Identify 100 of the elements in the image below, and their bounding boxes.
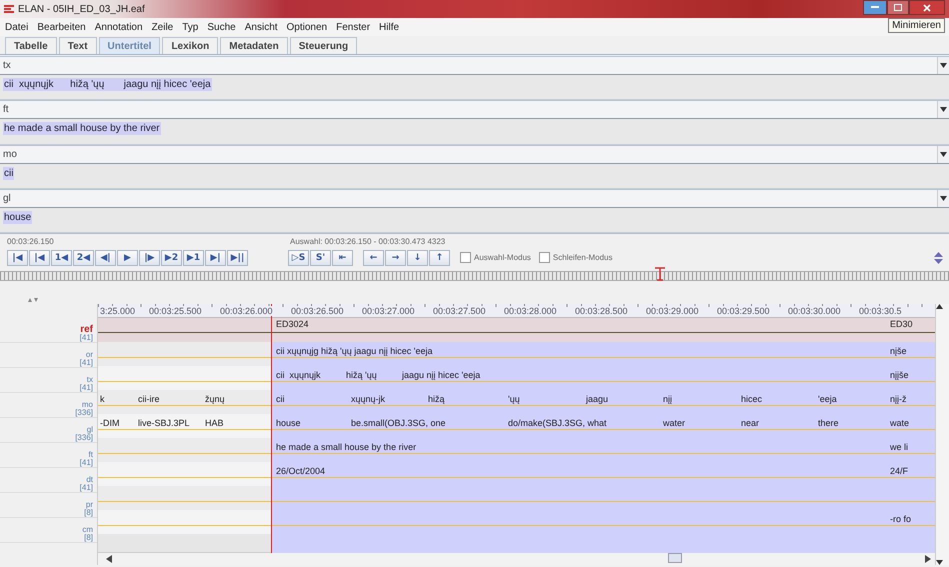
- menu-item[interactable]: Annotation: [94, 22, 143, 32]
- time-label: 00:03:27.500: [433, 306, 486, 316]
- current-time: 00:03:26.150: [7, 236, 55, 246]
- menu-item[interactable]: Suche: [207, 22, 236, 32]
- scroll-right-icon[interactable]: [925, 555, 931, 563]
- tier-label[interactable]: ref: [80, 326, 93, 334]
- dropdown-button[interactable]: [937, 146, 949, 162]
- annotation[interactable]: jaagu: [586, 394, 608, 404]
- dropdown-button[interactable]: [937, 101, 949, 118]
- time-label: 00:03:28.500: [575, 306, 628, 316]
- playback-button[interactable]: ◀|: [95, 250, 116, 266]
- playback-button[interactable]: ▶: [117, 250, 138, 266]
- playback-button[interactable]: ▶||: [227, 250, 248, 266]
- annotation[interactable]: house: [276, 418, 301, 428]
- playback-button[interactable]: ▶1: [183, 250, 204, 266]
- annotation[interactable]: near: [741, 418, 760, 428]
- annotation[interactable]: HAB: [205, 418, 224, 428]
- menu-item[interactable]: Zeile: [152, 22, 174, 32]
- annotation[interactable]: he made a small house by the river: [276, 442, 416, 452]
- minimize-button[interactable]: [863, 0, 887, 15]
- dropdown-button[interactable]: [937, 57, 949, 74]
- playhead-marker[interactable]: [655, 267, 665, 281]
- tier-label[interactable]: ft: [88, 451, 93, 459]
- tab[interactable]: Tabelle: [5, 37, 57, 54]
- subtitle-text: he made a small house by the river: [3, 122, 161, 136]
- maximize-icon: [894, 4, 902, 11]
- annotation[interactable]: hižą 'ųų: [346, 370, 377, 380]
- playback-button[interactable]: |◀: [7, 250, 28, 266]
- vertical-scrollbar[interactable]: [935, 304, 949, 565]
- annotation[interactable]: -DIM: [100, 418, 120, 428]
- annotation[interactable]: live-SBJ.3PL: [138, 418, 190, 428]
- annotation[interactable]: cii-ire: [138, 394, 160, 404]
- annotation[interactable]: 26/Oct/2004: [276, 466, 326, 476]
- menu-item[interactable]: Typ: [182, 22, 198, 32]
- horizontal-scrollbar[interactable]: [98, 552, 935, 565]
- annotation[interactable]: ED30: [890, 319, 913, 329]
- annotation[interactable]: 'eeja: [818, 394, 837, 404]
- time-label: 00:03:30.5: [859, 306, 902, 316]
- navigate-button[interactable]: ↓: [407, 250, 428, 266]
- annotation[interactable]: nįį: [663, 394, 672, 404]
- navigate-button[interactable]: ←: [363, 250, 384, 266]
- annotation[interactable]: 24/F: [890, 466, 908, 476]
- annotation[interactable]: xųųnų-jk: [351, 394, 386, 404]
- annotation[interactable]: -ro fo: [890, 514, 912, 524]
- selection-button[interactable]: ⇤: [332, 250, 353, 266]
- annotation[interactable]: jaagu nįį hicec 'eeja: [402, 370, 480, 380]
- annotation[interactable]: ED3024: [276, 319, 309, 329]
- annotation[interactable]: cii xųųnųjk: [276, 370, 321, 380]
- menu-item[interactable]: Ansicht: [244, 22, 278, 32]
- dropdown-button[interactable]: [937, 190, 949, 207]
- navigate-button[interactable]: ↑: [429, 250, 450, 266]
- time-label: 00:03:27.000: [362, 306, 415, 316]
- playback-button[interactable]: |▶: [139, 250, 160, 266]
- playback-button[interactable]: ▶|: [205, 250, 226, 266]
- annotation-count: [8]: [84, 534, 93, 542]
- time-label: 00:03:30.000: [788, 306, 841, 316]
- annotation[interactable]: nįše: [890, 346, 907, 356]
- menu-item[interactable]: Datei: [5, 22, 28, 32]
- annotation[interactable]: k: [100, 394, 104, 404]
- annotation[interactable]: there: [818, 418, 839, 428]
- annotation[interactable]: nįįše: [890, 370, 909, 380]
- playback-button[interactable]: 2◀: [73, 250, 94, 266]
- close-button[interactable]: [909, 0, 945, 15]
- maximize-button[interactable]: [887, 0, 909, 15]
- annotation-count: [41]: [80, 359, 93, 367]
- annotation[interactable]: cii xųųnųjg hižą 'ųų jaagu nįį hicec 'eeja: [276, 346, 433, 356]
- annotation[interactable]: 'ųų: [508, 394, 520, 404]
- dropdown-arrow-icon: [940, 196, 947, 201]
- annotation[interactable]: hižą: [428, 394, 445, 404]
- annotation[interactable]: nįį-ž: [890, 394, 907, 404]
- scroll-thumb[interactable]: [668, 553, 682, 563]
- annotation[interactable]: wate: [890, 418, 910, 428]
- tab[interactable]: Metadaten: [220, 37, 288, 54]
- checkbox[interactable]: [538, 252, 550, 263]
- annotation[interactable]: hicec: [741, 394, 762, 404]
- annotation[interactable]: cii: [276, 394, 284, 404]
- tier-name: gl: [3, 192, 11, 204]
- playback-button[interactable]: ▶2: [161, 250, 182, 266]
- menu-item[interactable]: Fenster: [336, 22, 370, 32]
- annotation[interactable]: we li: [890, 442, 908, 452]
- playback-button[interactable]: 1◀: [51, 250, 72, 266]
- annotation[interactable]: be.small(OBJ.3SG, one: [351, 418, 446, 428]
- playback-button[interactable]: |◀: [29, 250, 50, 266]
- selection-button[interactable]: S': [310, 250, 331, 266]
- tab[interactable]: Lexikon: [162, 37, 218, 54]
- annotation[interactable]: water: [663, 418, 686, 428]
- annotation[interactable]: žųnų: [205, 394, 225, 404]
- tab[interactable]: Steuerung: [290, 37, 358, 54]
- checkbox[interactable]: [460, 252, 471, 263]
- zoom-icon[interactable]: [28, 296, 38, 302]
- menu-item[interactable]: Hilfe: [379, 22, 400, 32]
- selection-button[interactable]: ▷S: [288, 250, 309, 266]
- navigate-button[interactable]: →: [385, 250, 406, 266]
- menu-item[interactable]: Optionen: [286, 22, 328, 32]
- tab[interactable]: Text: [58, 37, 97, 54]
- annotation-count: [41]: [80, 334, 93, 342]
- menu-item[interactable]: Bearbeiten: [37, 22, 86, 32]
- annotation[interactable]: do/make(SBJ.3SG, what: [508, 418, 607, 428]
- scroll-left-icon[interactable]: [106, 555, 112, 563]
- resize-icon[interactable]: [934, 252, 943, 264]
